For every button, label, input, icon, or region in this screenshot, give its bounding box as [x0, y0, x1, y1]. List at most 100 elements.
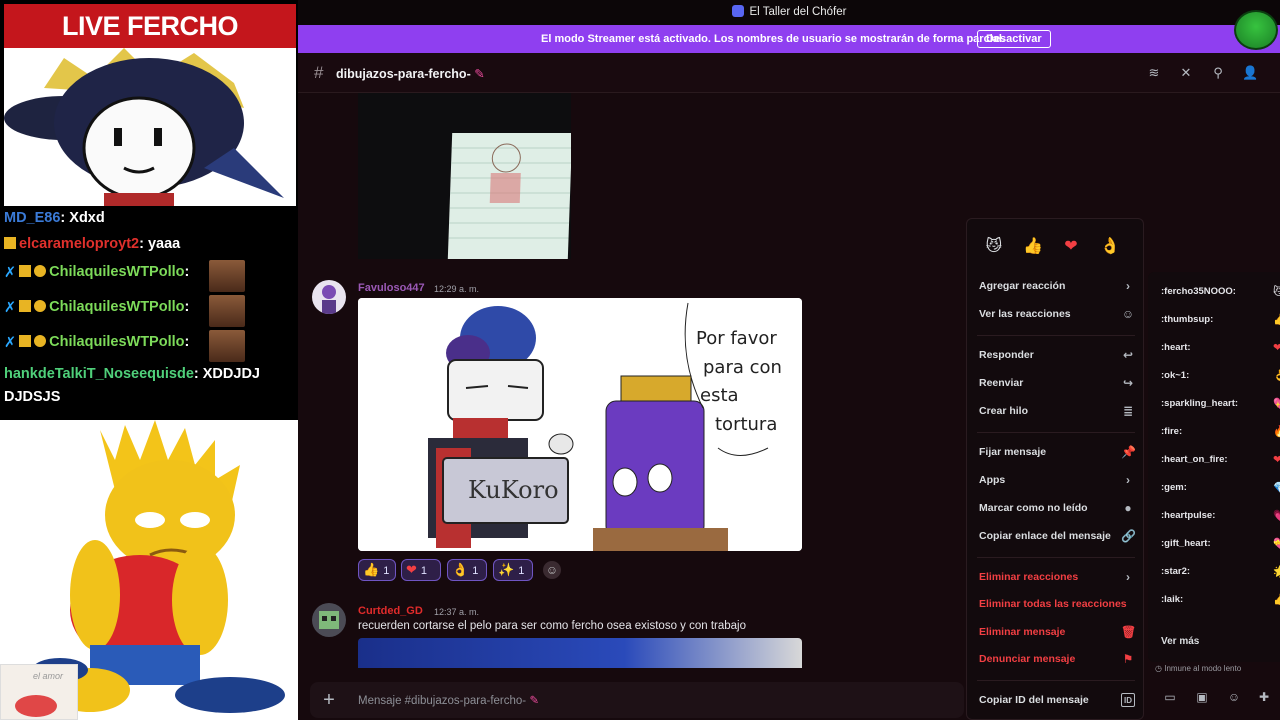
menu-item-copy-link[interactable]: Copiar enlace del mensaje 🔗: [979, 529, 1136, 543]
menu-item-copy-id[interactable]: Copiar ID del mensaje ID: [979, 693, 1135, 707]
window-title: El Taller del Chófer: [749, 6, 847, 18]
menu-item-mark-unread[interactable]: Marcar como no leído ●: [979, 501, 1132, 515]
message-input[interactable]: Mensaje #dibujazos-para-fercho- ✎: [358, 693, 539, 707]
menu-item-add-reaction[interactable]: Agregar reacción ›: [979, 279, 1130, 293]
title-bar: El Taller del Chófer: [298, 0, 1280, 25]
id-icon: ID: [1121, 693, 1135, 707]
quick-reaction-ok[interactable]: 👌: [1097, 234, 1123, 260]
discord-window: El Taller del Chófer El modo Streamer es…: [298, 0, 1280, 720]
link-icon: 🔗: [1121, 529, 1136, 543]
menu-item-forward[interactable]: Reenviar ↪: [979, 376, 1133, 390]
streamer-mode-message: El modo Streamer está activado. Los nomb…: [541, 33, 1005, 45]
reaction-sparkles[interactable]: ✨ 1: [493, 559, 533, 581]
sword-badge-icon: ✗: [4, 300, 17, 316]
reaction-count: 1: [420, 565, 428, 577]
message-timestamp: 12:37 a. m.: [434, 607, 480, 617]
reaction-icon: ☺: [1121, 307, 1135, 321]
threads-icon[interactable]: ≋: [1146, 65, 1162, 81]
menu-item-remove-all-reactions[interactable]: Eliminar todas las reacciones: [979, 598, 1127, 610]
members-icon[interactable]: 👤: [1242, 65, 1258, 81]
submenu-emoji-item[interactable]: :heart_on_fire: ❤: [1161, 454, 1280, 466]
submenu-emoji-item[interactable]: :gem: 💎: [1161, 482, 1280, 494]
speech-line: Por favor: [696, 328, 777, 349]
channel-name: dibujazos-para-fercho- ✎: [336, 66, 485, 81]
mute-icon[interactable]: ✕: [1178, 65, 1194, 81]
chat-line: ✗ ChilaquilesWTPollo:: [4, 264, 189, 281]
quick-reaction-heart[interactable]: ❤: [1058, 234, 1084, 260]
composer-actions: ▭ ▣ ☺ ✚: [1162, 690, 1272, 710]
submenu-emoji-item[interactable]: :thumbsup: 👍: [1161, 314, 1280, 326]
pin-icon[interactable]: ⚲: [1210, 65, 1226, 81]
plus-icon[interactable]: +: [318, 689, 340, 711]
reply-icon: ↩: [1122, 348, 1134, 362]
menu-item-reply[interactable]: Responder ↩: [979, 348, 1133, 362]
menu-item-label: Crear hilo: [979, 405, 1029, 417]
quick-reaction-fercho[interactable]: 😼: [981, 234, 1007, 260]
apps-icon[interactable]: ✚: [1256, 690, 1272, 706]
emoji-name: :thumbsup:: [1161, 314, 1214, 325]
submenu-emoji-item[interactable]: :gift_heart: 💝: [1161, 538, 1280, 550]
submenu-emoji-item[interactable]: :ok~1: 👌: [1161, 370, 1280, 382]
reaction-count: 1: [383, 565, 390, 577]
disable-streamer-button[interactable]: Desactivar: [977, 30, 1051, 48]
chat-username: ChilaquilesWTPollo: [49, 334, 185, 350]
menu-item-label: Agregar reacción: [979, 280, 1066, 292]
submenu-emoji-item[interactable]: :sparkling_heart: 💖: [1161, 398, 1280, 410]
user-avatar[interactable]: [312, 280, 346, 314]
unread-icon: ●: [1124, 501, 1132, 515]
chat-username: ChilaquilesWTPollo: [49, 299, 185, 315]
add-reaction-submenu: :fercho35NOOO: 😼 :thumbsup: 👍 :heart: ❤ :ok…: [1148, 272, 1280, 662]
menu-item-label: Apps: [979, 474, 1006, 486]
menu-item-remove-reactions[interactable]: Eliminar reacciones ›: [979, 570, 1130, 584]
crown-badge-icon: [4, 237, 16, 249]
menu-item-delete-message[interactable]: Eliminar mensaje 🗑: [979, 625, 1136, 639]
reaction-thumbsup[interactable]: 👍 1: [358, 559, 396, 581]
menu-item-apps[interactable]: Apps ›: [979, 473, 1130, 487]
submenu-emoji-item[interactable]: :fercho35NOOO: 😼: [1161, 286, 1280, 298]
reaction-ok[interactable]: 👌 1: [447, 559, 487, 581]
see-more-button[interactable]: Ver más: [1161, 636, 1199, 647]
user-avatar[interactable]: [312, 603, 346, 637]
emoji-glyph: 🔥: [1273, 426, 1280, 438]
channel-name-text: dibujazos-para-fercho-: [336, 67, 471, 81]
message-composer[interactable]: + Mensaje #dibujazos-para-fercho- ✎: [310, 682, 964, 718]
coin-badge-icon: [34, 335, 47, 347]
quick-reaction-thumbsup[interactable]: 👍: [1020, 234, 1046, 260]
submenu-emoji-item[interactable]: :fire: 🔥: [1161, 426, 1280, 438]
submenu-emoji-item[interactable]: :heartpulse: 💗: [1161, 510, 1280, 522]
chat-emote: [209, 330, 245, 362]
sword-badge-icon: ✗: [4, 335, 17, 351]
gift-icon[interactable]: ▭: [1162, 690, 1178, 706]
menu-divider: [977, 557, 1135, 558]
slowmode-note: ◷ Inmune al modo lento: [1155, 664, 1241, 673]
message-author[interactable]: Curtded_GD: [358, 605, 423, 617]
attachment-image[interactable]: [358, 638, 802, 668]
emoji-name: :heart_on_fire:: [1161, 454, 1228, 465]
submenu-emoji-item[interactable]: :star2: 🌟: [1161, 566, 1280, 578]
submenu-emoji-item[interactable]: :heart: ❤: [1161, 342, 1280, 354]
submenu-emoji-item[interactable]: :laik: 👍: [1161, 594, 1280, 606]
emoji-name: :heartpulse:: [1161, 510, 1216, 521]
chat-line: hankdeTalkiT_Noseequisde: XDDJDJ: [4, 366, 260, 382]
message-timestamp: 12:29 a. m.: [434, 284, 480, 294]
message-author[interactable]: Favuloso447: [358, 282, 425, 294]
emoji-icon[interactable]: ☺: [1226, 690, 1242, 706]
reaction-emoji: ✨: [498, 562, 515, 577]
menu-item-pin-message[interactable]: Fijar mensaje 📌: [979, 445, 1136, 459]
attachment-image[interactable]: [358, 93, 571, 259]
add-reaction-icon[interactable]: ☺: [543, 561, 561, 579]
chat-line: ✗ ChilaquilesWTPollo:: [4, 299, 189, 316]
chat-text: yaaa: [147, 236, 181, 252]
menu-item-label: Ver las reacciones: [979, 308, 1071, 320]
emoji-glyph: 💗: [1273, 510, 1280, 522]
drawing-attachment[interactable]: KuKoro Por favor para con esta tortura: [358, 298, 802, 551]
menu-item-label: Marcar como no leído: [979, 502, 1088, 514]
sword-badge-icon: ✗: [4, 265, 17, 281]
menu-item-label: Denunciar mensaje: [979, 653, 1076, 665]
menu-item-create-thread[interactable]: Crear hilo ≣: [979, 404, 1133, 418]
stream-overlay: LIVE FERCHO REACTION MD_E86: Xdxd elcara…: [0, 0, 298, 720]
gif-icon[interactable]: ▣: [1194, 690, 1210, 706]
reaction-heart[interactable]: ❤ 1: [401, 559, 441, 581]
menu-item-report-message[interactable]: Denunciar mensaje ⚑: [979, 652, 1133, 666]
menu-item-view-reactions[interactable]: Ver las reacciones ☺: [979, 307, 1134, 321]
